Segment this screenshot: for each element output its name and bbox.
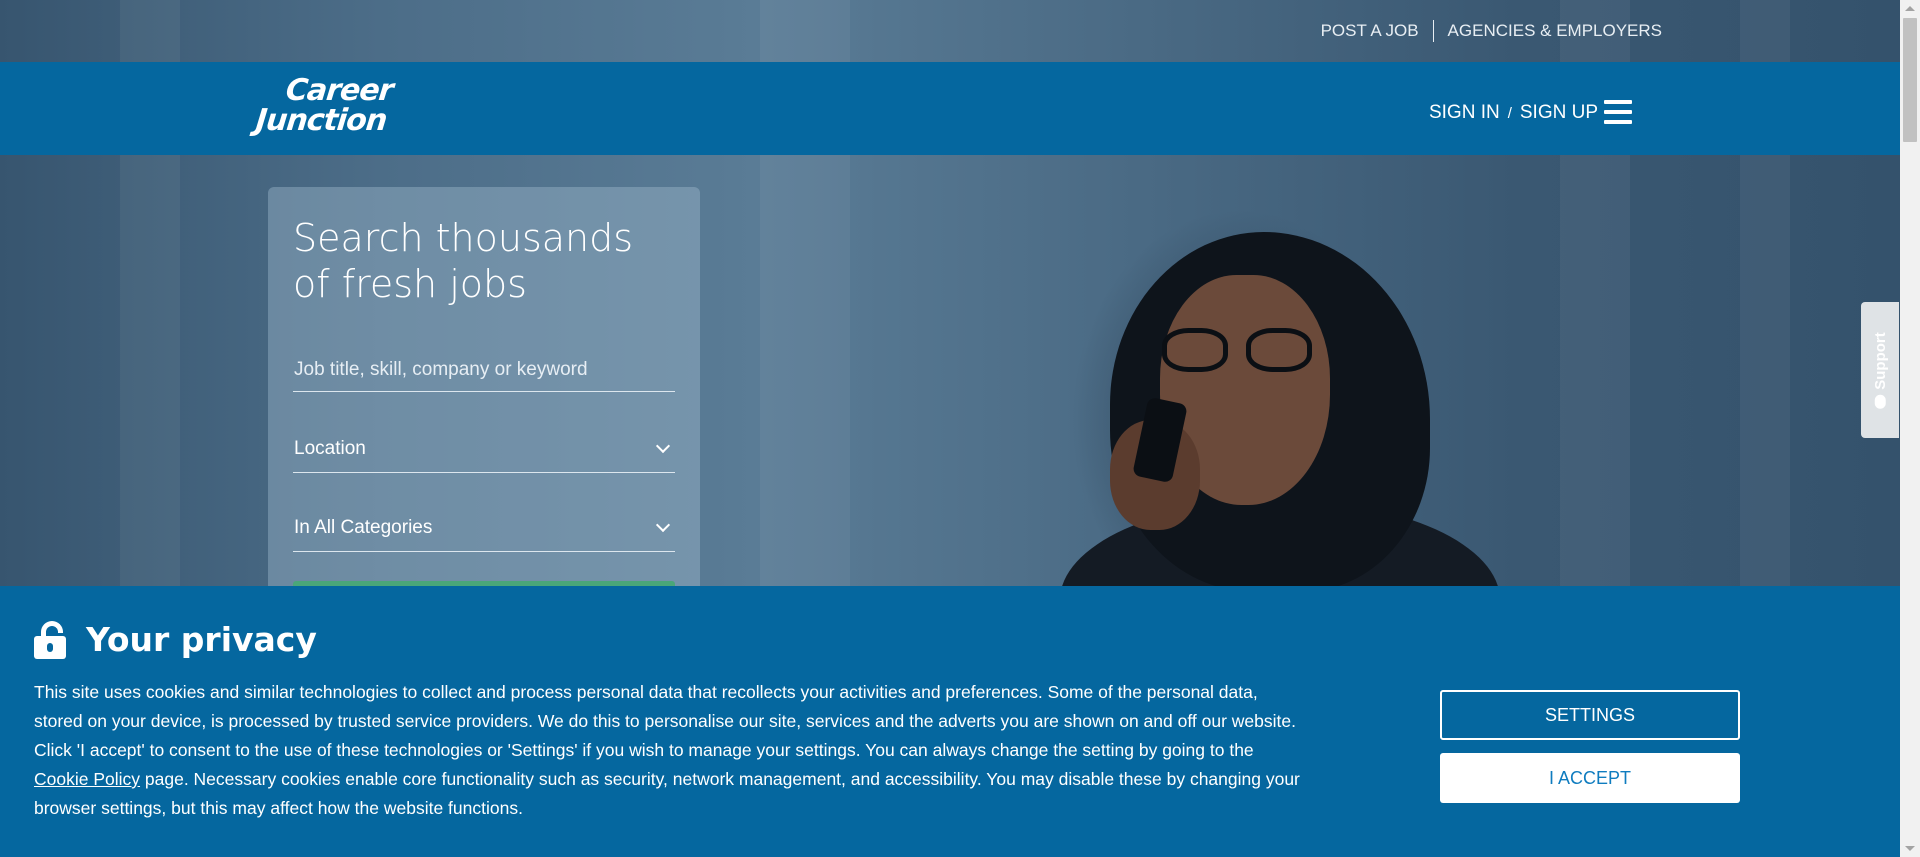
location-select[interactable]: Location (293, 430, 675, 473)
logo-text-junction: Junction (254, 103, 389, 138)
accept-button[interactable]: I ACCEPT (1440, 753, 1740, 803)
privacy-title: Your privacy (86, 620, 317, 659)
auth-links: SIGN IN / SIGN UP (1429, 102, 1598, 124)
logo-text-career: Career (284, 73, 395, 108)
privacy-text-part2: page. Necessary cookies enable core func… (34, 769, 1300, 818)
settings-button[interactable]: SETTINGS (1440, 690, 1740, 740)
search-heading-line1: Search thousands (293, 216, 634, 260)
hamburger-menu-icon[interactable] (1604, 100, 1632, 124)
sign-up-link[interactable]: SIGN UP (1520, 102, 1598, 124)
scrollbar-thumb[interactable] (1903, 18, 1917, 142)
chat-bubble-icon (1874, 394, 1886, 409)
location-select-label: Location (294, 438, 366, 459)
chevron-down-icon (655, 438, 671, 454)
support-tab-content: Support (1872, 332, 1889, 409)
utility-links: POST A JOB AGENCIES & EMPLOYERS (1321, 20, 1662, 42)
support-tab[interactable]: Support (1861, 302, 1899, 438)
sign-in-link[interactable]: SIGN IN (1429, 102, 1500, 124)
hero-person-glasses (1162, 328, 1322, 372)
main-header: Career Junction SIGN IN / SIGN UP (0, 62, 1900, 155)
chevron-down-icon (655, 517, 671, 533)
privacy-header: Your privacy (34, 620, 317, 659)
scroll-down-arrow-icon[interactable] (1900, 840, 1920, 857)
category-select-label: In All Categories (294, 517, 433, 538)
utility-bar: POST A JOB AGENCIES & EMPLOYERS (0, 0, 1900, 62)
privacy-banner: Your privacy This site uses cookies and … (0, 586, 1900, 857)
category-select[interactable]: In All Categories (293, 509, 675, 552)
search-heading: Search thousands of fresh jobs (293, 215, 675, 307)
agencies-employers-link[interactable]: AGENCIES & EMPLOYERS (1448, 21, 1662, 41)
cookie-policy-link[interactable]: Cookie Policy (34, 769, 140, 789)
post-job-link[interactable]: POST A JOB (1321, 21, 1419, 41)
privacy-text-part1: This site uses cookies and similar techn… (34, 682, 1296, 760)
auth-separator: / (1507, 105, 1512, 122)
unlocked-padlock-icon (34, 620, 66, 659)
page-scrollbar[interactable] (1900, 0, 1920, 857)
support-label: Support (1871, 331, 1889, 390)
keyword-field (293, 355, 675, 392)
scroll-up-arrow-icon[interactable] (1900, 0, 1920, 17)
search-heading-line2: of fresh jobs (293, 262, 527, 306)
keyword-search-input[interactable] (293, 355, 675, 391)
utility-divider (1432, 20, 1434, 42)
careerjunction-logo[interactable]: Career Junction (254, 73, 416, 142)
privacy-description: This site uses cookies and similar techn… (34, 678, 1304, 823)
